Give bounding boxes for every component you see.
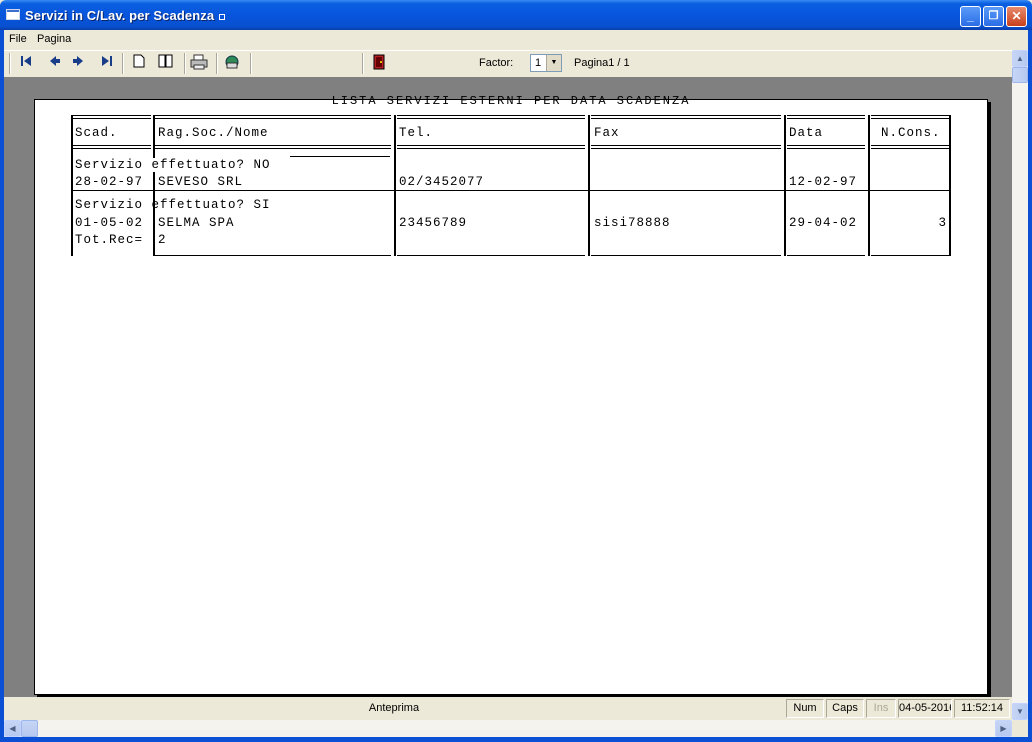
rule [397, 145, 585, 149]
status-ins: Ins [866, 699, 896, 718]
cell-fax: sisi78888 [594, 216, 671, 230]
export-icon[interactable] [222, 54, 242, 72]
rule [394, 115, 396, 256]
rule [71, 145, 151, 149]
rule [397, 255, 585, 256]
scroll-left-icon[interactable]: ◀ [4, 720, 21, 737]
column-header-fax: Fax [594, 126, 620, 140]
total-label: Tot.Rec= [75, 233, 144, 247]
two-pages-icon[interactable] [156, 54, 176, 72]
status-caps: Caps [826, 699, 864, 718]
first-page-icon[interactable] [17, 54, 37, 72]
cell-tel: 02/3452077 [399, 175, 485, 189]
window-frame-bottom [0, 737, 1032, 742]
print-icon[interactable] [189, 54, 209, 72]
cell-ncons: 3 [938, 216, 947, 230]
rule [155, 145, 391, 149]
rule [153, 115, 155, 256]
rule [591, 115, 781, 119]
column-header-nome: Rag.Soc./Nome [158, 126, 269, 140]
scroll-down-icon[interactable]: ▼ [1012, 703, 1028, 720]
print-preview-area[interactable]: LISTA SERVIZI ESTERNI PER DATA SCADENZA [4, 77, 1012, 697]
rule [155, 255, 391, 256]
status-time: 11:52:14 [954, 699, 1010, 718]
factor-label: Factor: [479, 57, 514, 69]
toolbar: Factor: 1 ▼ Pagina1 / 1 [4, 50, 1012, 78]
status-num: Num [786, 699, 824, 718]
window-title: Servizi in C/Lav. per Scadenza [25, 8, 226, 23]
menu-pagina[interactable]: Pagina [37, 33, 71, 45]
rule [290, 156, 390, 157]
cell-data: 12-02-97 [789, 175, 858, 189]
previous-page-icon[interactable] [44, 54, 64, 72]
report-title: LISTA SERVIZI ESTERNI PER DATA SCADENZA [331, 94, 691, 108]
rule [591, 255, 781, 256]
horizontal-scroll-thumb[interactable] [21, 720, 38, 737]
rule [871, 115, 949, 119]
menu-bar: File Pagina [4, 30, 1028, 50]
rule [787, 145, 865, 149]
exit-door-icon[interactable] [369, 54, 389, 72]
cell-scad: 01-05-02 [75, 216, 144, 230]
column-header-scad: Scad. [75, 126, 118, 140]
rule [71, 115, 151, 119]
horizontal-scrollbar[interactable]: ◀ ▶ [4, 720, 1012, 737]
vertical-scrollbar[interactable]: ▲ ▼ [1012, 50, 1028, 720]
toolbar-separator [122, 53, 124, 74]
chevron-down-icon[interactable]: ▼ [546, 55, 561, 71]
page-indicator: Pagina1 / 1 [574, 57, 630, 69]
rule [871, 145, 949, 149]
scroll-up-icon[interactable]: ▲ [1012, 50, 1028, 67]
rule [71, 190, 951, 191]
toolbar-separator [216, 53, 218, 74]
factor-value: 1 [535, 57, 542, 69]
status-bar: Anteprima Num Caps Ins 04-05-2016 11:52:… [4, 697, 1012, 720]
rule [397, 115, 585, 119]
cell-data: 29-04-02 [789, 216, 858, 230]
single-page-icon[interactable] [129, 54, 149, 72]
toolbar-separator [184, 53, 186, 74]
total-value: 2 [158, 233, 167, 247]
application-window: Servizi in C/Lav. per Scadenza _ ❐ ✕ Fil… [0, 0, 1032, 742]
title-marker-icon [219, 13, 226, 20]
restore-button[interactable]: ❐ [983, 6, 1004, 27]
last-page-icon[interactable] [96, 54, 116, 72]
column-header-data: Data [789, 126, 824, 140]
cell-scad: 28-02-97 [75, 175, 144, 189]
cell-nome: SEVESO SRL [158, 175, 244, 189]
rule [787, 115, 865, 119]
rule [71, 115, 73, 256]
rule [784, 115, 786, 256]
menu-file[interactable]: File [9, 33, 27, 45]
column-header-ncons: N.Cons. [881, 126, 941, 140]
report-page: LISTA SERVIZI ESTERNI PER DATA SCADENZA [34, 94, 988, 695]
close-button[interactable]: ✕ [1006, 6, 1027, 27]
column-header-tel: Tel. [399, 126, 434, 140]
rule [868, 115, 870, 256]
minimize-button[interactable]: _ [960, 6, 981, 27]
rule [949, 115, 951, 256]
rule [591, 145, 781, 149]
group-label: Servizio effettuato? NO [75, 158, 273, 172]
rule [155, 115, 391, 119]
title-bar[interactable]: Servizi in C/Lav. per Scadenza _ ❐ ✕ [0, 0, 1032, 30]
rule [787, 255, 865, 256]
rule [871, 255, 949, 256]
rule [588, 115, 590, 256]
cell-tel: 23456789 [399, 216, 468, 230]
toolbar-separator [250, 53, 252, 74]
window-icon[interactable] [6, 9, 20, 20]
toolbar-separator [362, 53, 364, 74]
window-frame-right [1028, 30, 1032, 737]
status-main: Anteprima [368, 702, 420, 714]
status-date: 04-05-2016 [898, 699, 952, 718]
scroll-right-icon[interactable]: ▶ [995, 720, 1012, 737]
vertical-scroll-thumb[interactable] [1012, 67, 1028, 83]
cell-nome: SELMA SPA [158, 216, 235, 230]
window-title-text: Servizi in C/Lav. per Scadenza [25, 8, 215, 23]
toolbar-grip [9, 53, 11, 74]
group-label: Servizio effettuato? SI [75, 198, 271, 212]
next-page-icon[interactable] [69, 54, 89, 72]
factor-select[interactable]: 1 ▼ [530, 54, 562, 72]
